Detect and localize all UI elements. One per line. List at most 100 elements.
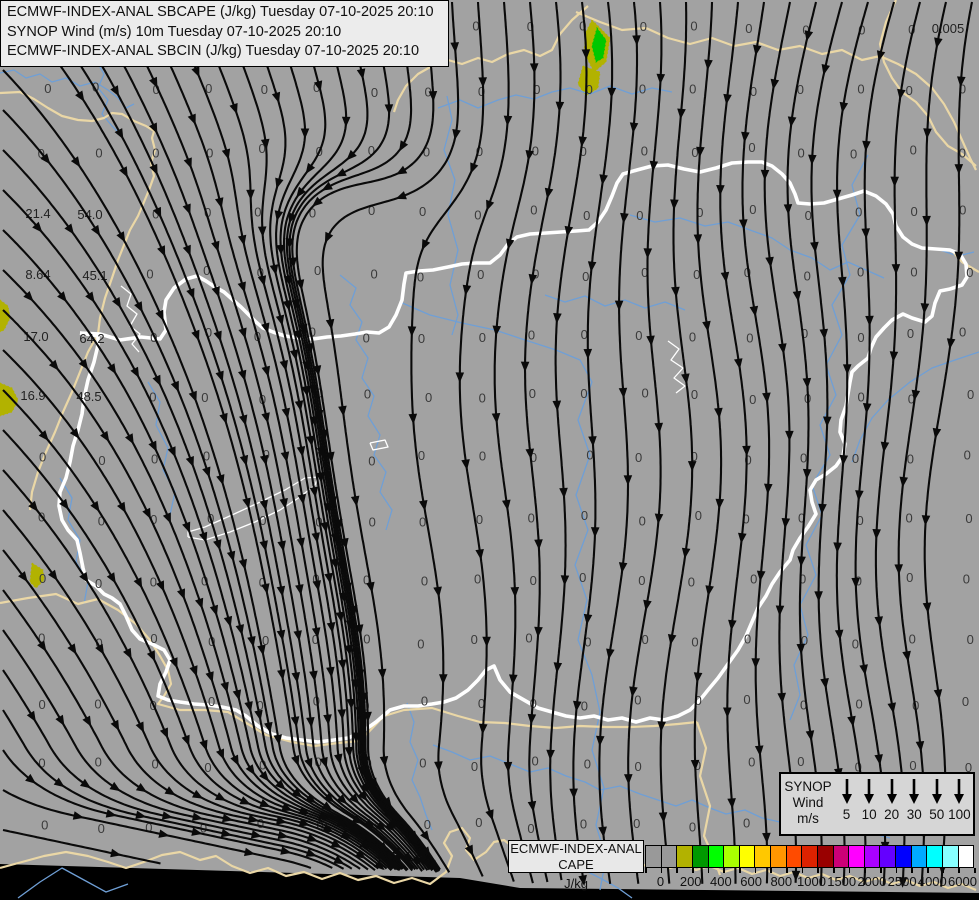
cape-color-cell	[802, 846, 818, 867]
down-arrow-icon	[840, 778, 854, 805]
synop-arrow-scale: 510203050100	[835, 774, 973, 834]
zero-label: 0	[417, 636, 424, 651]
cape-color-cell	[677, 846, 693, 867]
zero-label: 0	[743, 816, 750, 831]
cape-legend-source: ECMWF-INDEX-ANAL	[509, 841, 643, 857]
zero-label: 0	[421, 573, 428, 588]
synop-arrow-item: 100	[948, 778, 970, 832]
zero-label: 0	[905, 511, 912, 526]
zero-label: 0	[639, 514, 646, 529]
zero-label: 0	[152, 146, 159, 161]
zero-label: 0	[911, 204, 918, 219]
zero-label: 0	[633, 816, 640, 831]
cape-tick-labels: 0200400600800100015002000250040006000	[645, 874, 979, 890]
zero-label: 0	[636, 208, 643, 223]
zero-label: 0	[797, 754, 804, 769]
zero-label: 0	[475, 815, 482, 830]
zero-label: 0	[744, 631, 751, 646]
zero-label: 0	[690, 19, 697, 34]
zero-label: 0	[525, 631, 532, 646]
cape-tick-label: 200	[680, 874, 702, 889]
zero-label: 0	[909, 758, 916, 773]
zero-label: 0	[479, 449, 486, 464]
zero-label: 0	[641, 143, 648, 158]
title-line-sbcin: ECMWF-INDEX-ANAL SBCIN (J/kg) Tuesday 07…	[7, 42, 442, 62]
cape-tick	[739, 868, 741, 873]
zero-label: 0	[98, 821, 105, 836]
zero-label: 0	[254, 204, 261, 219]
cape-color-cell	[740, 846, 756, 867]
cape-tick	[708, 868, 710, 873]
zero-label: 0	[529, 386, 536, 401]
zero-label: 0	[634, 693, 641, 708]
cape-tick	[817, 868, 819, 873]
zero-label: 0	[479, 390, 486, 405]
cape-color-cell	[724, 846, 740, 867]
synop-title-line3: m/s	[781, 811, 835, 827]
cape-color-cell	[771, 846, 787, 867]
cape-tick	[676, 868, 678, 873]
zero-label: 0	[743, 692, 750, 707]
zero-label: 0	[959, 145, 966, 160]
zero-label: 0	[745, 21, 752, 36]
cape-color-cell	[662, 846, 678, 867]
cape-tick-label: 4000	[918, 874, 947, 889]
zero-label: 0	[966, 265, 973, 280]
zero-label: 0	[746, 331, 753, 346]
zero-label: 0	[479, 330, 486, 345]
zero-label: 0	[857, 330, 864, 345]
zero-label: 0	[634, 759, 641, 774]
zero-label: 0	[858, 390, 865, 405]
synop-speed-label: 30	[907, 807, 922, 822]
zero-label: 0	[474, 572, 481, 587]
cape-tick	[974, 868, 976, 873]
zero-label: 0	[580, 386, 587, 401]
zero-label: 0	[691, 387, 698, 402]
zero-label: 0	[528, 328, 535, 343]
cape-legend-label-box: ECMWF-INDEX-ANAL CAPE	[508, 840, 644, 873]
cape-color-cell	[693, 846, 709, 867]
cape-tick-label: 0	[657, 874, 664, 889]
zero-label: 0	[417, 270, 424, 285]
zero-label: 0	[856, 697, 863, 712]
map-canvas: 0 0 0 0 0 0 0 0 0 0 0 0 0 0 0 0 0 0 0 0 0 0 0 0 0 0 0 0 0 0 0 0 0 0 0 0 0 0 0 0…	[0, 0, 979, 900]
zero-label: 0	[425, 390, 432, 405]
zero-label: 0	[150, 631, 157, 646]
zero-label: 0	[471, 632, 478, 647]
zero-label: 0	[314, 263, 321, 278]
cape-color-cell	[755, 846, 771, 867]
zero-label: 0	[371, 85, 378, 100]
title-box: ECMWF-INDEX-ANAL SBCAPE (J/kg) Tuesday 0…	[0, 0, 449, 67]
zero-label: 0	[805, 208, 812, 223]
zero-label: 0	[369, 514, 376, 529]
zero-label: 0	[530, 203, 537, 218]
zero-label: 0	[581, 508, 588, 523]
zero-label: 0	[530, 573, 537, 588]
zero-label: 0	[39, 697, 46, 712]
synop-speed-label: 20	[884, 807, 899, 822]
zero-label: 0	[688, 575, 695, 590]
cape-tick	[958, 868, 960, 873]
zero-label: 0	[581, 327, 588, 342]
zero-label: 0	[963, 572, 970, 587]
zero-label: 0	[579, 570, 586, 585]
zero-label: 0	[964, 448, 971, 463]
synop-speed-label: 100	[948, 807, 971, 822]
down-arrow-icon	[862, 778, 876, 805]
title-line-wind: SYNOP Wind (m/s) 10m Tuesday 07-10-2025 …	[7, 23, 442, 43]
zero-label: 0	[39, 571, 46, 586]
zero-label: 0	[94, 696, 101, 711]
cape-tick	[770, 868, 772, 873]
synop-legend-title: SYNOP Wind m/s	[781, 774, 835, 834]
cape-color-cell	[912, 846, 928, 867]
title-line-sbcape: ECMWF-INDEX-ANAL SBCAPE (J/kg) Tuesday 0…	[7, 3, 442, 23]
zero-label: 0	[581, 698, 588, 713]
zero-label: 0	[689, 329, 696, 344]
cape-color-cell	[834, 846, 850, 867]
cape-legend-parameter: CAPE	[509, 857, 643, 873]
cape-tick	[786, 868, 788, 873]
zero-label: 0	[906, 83, 913, 98]
value-label: 48.5	[76, 389, 101, 404]
down-arrow-icon	[952, 778, 966, 805]
zero-label: 0	[910, 264, 917, 279]
